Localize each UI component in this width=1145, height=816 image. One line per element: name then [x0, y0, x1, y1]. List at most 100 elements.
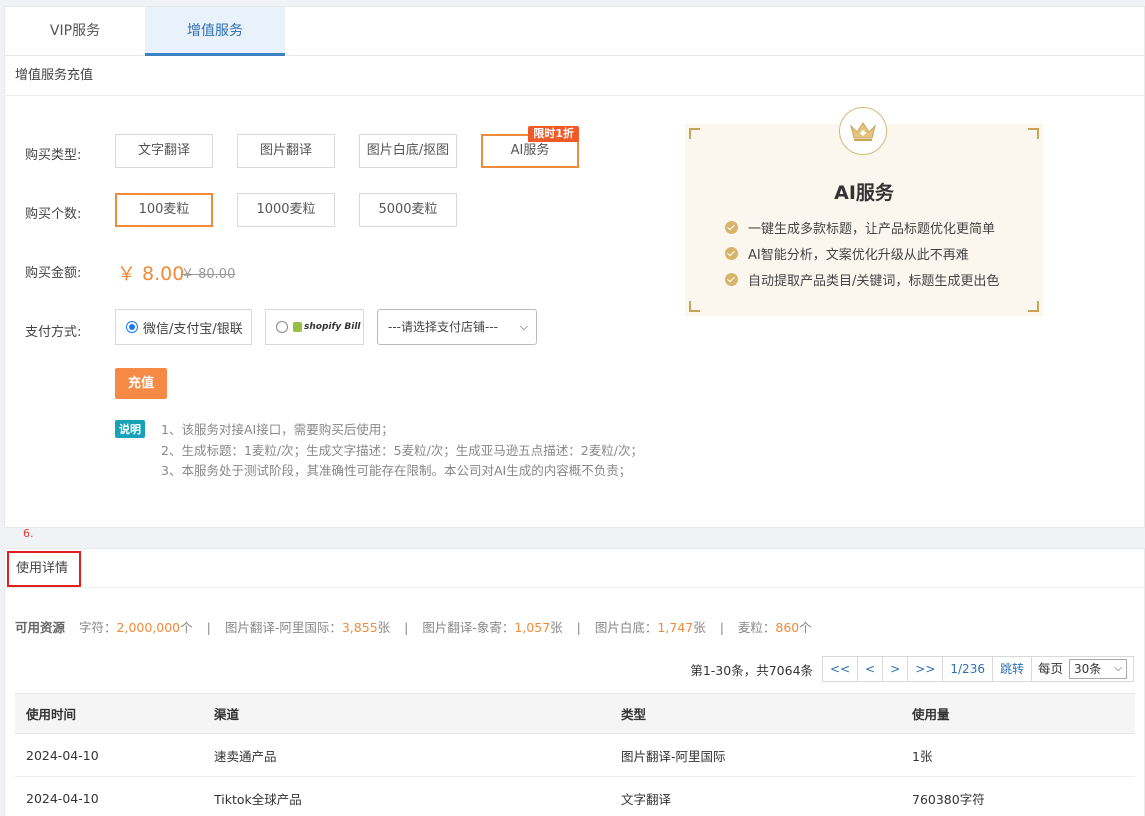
- type-text-translation-option[interactable]: 文字翻译: [115, 134, 213, 168]
- resource-value: 3,855: [341, 620, 378, 635]
- annotation-marker: 6.: [23, 527, 34, 540]
- per-page-control: 每页 30条 ⌵: [1030, 656, 1134, 682]
- purchase-amount-label: 购买金额:: [25, 266, 82, 281]
- separator: |: [576, 620, 581, 635]
- promo-feature: 自动提取产品类目/关键词，标题生成更出色: [725, 266, 999, 292]
- corner-decoration: [1028, 301, 1039, 312]
- pagination-total: 第1-30条，共7064条: [690, 662, 814, 678]
- separator: |: [719, 620, 724, 635]
- type-ai-service-option[interactable]: AI服务 限时1折: [481, 126, 579, 168]
- resource-unit: 个: [180, 620, 193, 635]
- per-page-select[interactable]: 30条 ⌵: [1069, 659, 1127, 679]
- payment-method-label: 支付方式:: [25, 325, 82, 340]
- divider: [5, 587, 1144, 588]
- corner-decoration: [689, 301, 700, 312]
- payment-option-wechat-label: 微信/支付宝/银联: [143, 321, 243, 337]
- check-circle-icon: [725, 220, 738, 234]
- table-row: 2024-04-10 Tiktok全球产品 文字翻译 760380字符: [15, 776, 1135, 816]
- resource-value: 860: [775, 620, 800, 635]
- type-white-background-option[interactable]: 图片白底/抠图: [359, 134, 457, 168]
- quantity-1000-option[interactable]: 1000麦粒: [237, 193, 335, 227]
- resources-label: 可用资源: [15, 620, 66, 635]
- resource-value: 2,000,000: [116, 620, 181, 635]
- resource-unit: 张: [693, 620, 706, 635]
- purchase-quantity-label: 购买个数:: [25, 207, 82, 222]
- first-page-button[interactable]: <<: [822, 656, 859, 682]
- resource-name: 麦粒：: [737, 620, 776, 635]
- ai-service-promo: AI服务 一键生成多款标题，让产品标题优化更简单 AI智能分析，文案优化升级从此…: [685, 107, 1043, 316]
- promo-features: 一键生成多款标题，让产品标题优化更简单 AI智能分析，文案优化升级从此不再难 自…: [725, 214, 999, 292]
- payment-option-shopify[interactable]: shopify Bill: [265, 309, 364, 345]
- available-resources: 可用资源 字符：2,000,000个 | 图片翻译-阿里国际：3,855张 | …: [15, 617, 812, 636]
- check-circle-icon: [725, 272, 738, 286]
- quantity-5000-option[interactable]: 5000麦粒: [359, 193, 457, 227]
- radio-selected-icon[interactable]: [126, 321, 138, 333]
- charge-button[interactable]: 充值: [115, 368, 167, 399]
- service-tabs: VIP服务 增值服务: [5, 7, 1144, 56]
- note-item: 1、该服务对接AI接口，需要购买后使用；: [161, 422, 394, 437]
- resource-name: 图片翻译-阿里国际：: [224, 620, 342, 635]
- cell-channel: 速卖通产品: [203, 733, 610, 777]
- resource-value: 1,057: [514, 620, 551, 635]
- type-image-translation-option[interactable]: 图片翻译: [237, 134, 335, 168]
- recharge-card: VIP服务 增值服务 增值服务充值 购买类型: 文字翻译 图片翻译 图片白底/抠…: [4, 6, 1145, 528]
- note-item: 3、本服务处于测试阶段，其准确性可能存在限制。本公司对AI生成的内容概不负责；: [161, 463, 632, 478]
- crown-icon: [839, 107, 887, 155]
- promo-title: AI服务: [834, 182, 894, 204]
- purchase-type-label: 购买类型:: [25, 148, 82, 163]
- column-header: 渠道: [203, 693, 610, 734]
- resource-name: 字符：: [79, 620, 117, 635]
- jump-button[interactable]: 跳转: [991, 656, 1032, 682]
- cell-type: 图片翻译-阿里国际: [610, 733, 901, 777]
- next-page-button[interactable]: >: [882, 656, 909, 682]
- resource-unit: 张: [377, 620, 391, 635]
- cell-amount: 760380字符: [901, 776, 1135, 816]
- separator: |: [206, 620, 211, 635]
- resource-name: 图片翻译-象寄：: [422, 620, 515, 635]
- ai-service-label: AI服务: [510, 143, 550, 158]
- shopify-bill-logo: shopify Bill: [293, 322, 361, 332]
- resource-unit: 个: [799, 620, 812, 635]
- price-value: ￥ 8.00: [117, 263, 185, 285]
- promo-feature: 一键生成多款标题，让产品标题优化更简单: [725, 214, 999, 240]
- note-tag: 说明: [115, 420, 145, 438]
- resource-value: 1,747: [657, 620, 694, 635]
- usage-card: 使用详情 可用资源 字符：2,000,000个 | 图片翻译-阿里国际：3,85…: [4, 548, 1145, 816]
- cell-date: 2024-04-10: [15, 733, 203, 777]
- last-page-button[interactable]: >>: [907, 656, 944, 682]
- radio-unselected-icon[interactable]: [276, 321, 288, 333]
- chevron-down-icon: ⌵: [519, 320, 528, 333]
- original-price: ￥ 80.00: [181, 267, 236, 282]
- chevron-down-icon: ⌵: [1114, 663, 1122, 674]
- column-header: 类型: [610, 693, 901, 734]
- usage-details-title: 使用详情: [7, 551, 81, 587]
- per-page-label: 每页: [1037, 661, 1063, 676]
- note-item: 2、生成标题：1麦粒/次；生成文字描述：5麦粒/次；生成亚马逊五点描述：2麦粒/…: [161, 442, 643, 458]
- promo-feature: AI智能分析，文案优化升级从此不再难: [725, 240, 999, 266]
- quantity-100-option[interactable]: 100麦粒: [115, 193, 213, 227]
- tab-vip[interactable]: VIP服务: [5, 7, 145, 56]
- table-row: 2024-04-10 速卖通产品 图片翻译-阿里国际 1张: [15, 733, 1135, 777]
- pagination: 第1-30条，共7064条 << < > >> 1/236 跳转 每页 30条 …: [690, 655, 1134, 683]
- resource-unit: 张: [550, 620, 563, 635]
- column-header: 使用时间: [15, 693, 203, 734]
- cell-type: 文字翻译: [610, 776, 901, 816]
- notes-list: 1、该服务对接AI接口，需要购买后使用； 2、生成标题：1麦粒/次；生成文字描述…: [161, 420, 643, 482]
- cell-amount: 1张: [901, 733, 1135, 777]
- tab-value-added[interactable]: 增值服务: [145, 7, 285, 56]
- cell-channel: Tiktok全球产品: [203, 776, 610, 816]
- column-header: 使用量: [901, 693, 1135, 734]
- store-select[interactable]: ---请选择支付店铺--- ⌵: [377, 309, 537, 345]
- discount-badge: 限时1折: [528, 126, 579, 142]
- page-indicator: 1/236: [942, 656, 993, 682]
- separator: |: [404, 620, 409, 635]
- prev-page-button[interactable]: <: [857, 656, 884, 682]
- usage-table: 使用时间 渠道 类型 使用量 2024-04-10 速卖通产品 图片翻译-阿里国…: [15, 693, 1135, 816]
- store-select-value: ---请选择支付店铺---: [388, 320, 498, 334]
- payment-option-wechat[interactable]: 微信/支付宝/银联: [115, 309, 252, 345]
- check-circle-icon: [725, 246, 738, 260]
- corner-decoration: [1028, 128, 1039, 139]
- corner-decoration: [689, 128, 700, 139]
- cell-date: 2024-04-10: [15, 776, 203, 816]
- shopify-bag-icon: [293, 322, 302, 332]
